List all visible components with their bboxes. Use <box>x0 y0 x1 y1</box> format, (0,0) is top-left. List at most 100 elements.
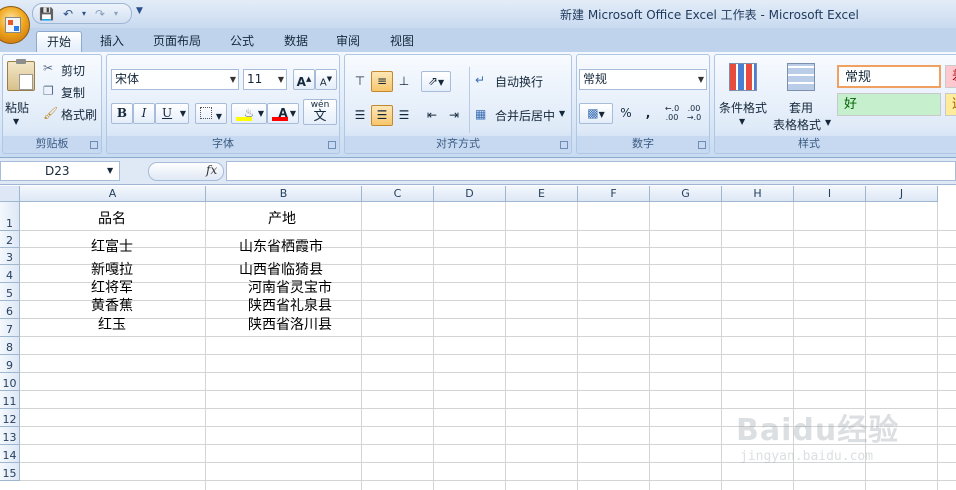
style-good[interactable]: 好 <box>837 93 941 116</box>
orientation-icon[interactable]: ⇗▼ <box>421 71 451 92</box>
paste-icon[interactable] <box>7 59 35 91</box>
row-header-1[interactable]: 1 <box>0 202 20 231</box>
increase-font-icon[interactable]: A▲ <box>293 69 315 90</box>
chevron-down-icon[interactable]: ▼ <box>825 118 831 127</box>
fill-color-button[interactable]: ♨ ▼ <box>231 103 267 124</box>
column-header-j[interactable]: J <box>866 186 938 202</box>
row-header-4[interactable]: 4 <box>0 265 20 283</box>
row-header-15[interactable]: 15 <box>0 463 20 481</box>
customize-qat-icon[interactable]: ▼ <box>136 6 143 16</box>
align-top-icon[interactable]: ⊤ <box>349 71 371 92</box>
row-header-10[interactable]: 10 <box>0 373 20 391</box>
decrease-decimal-icon[interactable]: .00 →.0 <box>683 103 705 124</box>
comma-button[interactable]: , <box>637 103 659 124</box>
cell-B6[interactable]: 陕西省洛川县 <box>248 314 332 334</box>
wrap-text-button[interactable]: 自动换行 <box>495 73 543 90</box>
currency-button[interactable]: ▩▼ <box>579 103 613 124</box>
font-size-combo[interactable]: 11 ▼ <box>243 69 287 90</box>
save-icon[interactable]: 💾 <box>39 7 54 21</box>
tab-data[interactable]: 数据 <box>276 31 316 52</box>
row-header-14[interactable]: 14 <box>0 445 20 463</box>
tab-home[interactable]: 开始 <box>36 31 82 52</box>
row-header-9[interactable]: 9 <box>0 355 20 373</box>
cell-A4[interactable]: 红将军 <box>91 277 133 297</box>
undo-icon[interactable]: ↶ <box>61 7 75 21</box>
chevron-down-icon[interactable]: ▼ <box>739 117 745 126</box>
table-format-label-1[interactable]: 套用 <box>789 99 813 116</box>
number-launcher-icon[interactable] <box>698 141 706 149</box>
fx-icon[interactable]: fx <box>206 163 217 177</box>
tab-page-layout[interactable]: 页面布局 <box>146 31 208 52</box>
column-header-d[interactable]: D <box>434 186 506 202</box>
format-painter-button[interactable]: 格式刷 <box>61 106 97 123</box>
cell-B5[interactable]: 陕西省礼泉县 <box>248 295 332 315</box>
phonetic-button[interactable]: wén 文 <box>303 99 337 125</box>
number-format-combo[interactable]: 常规 ▼ <box>579 69 707 90</box>
row-header-7[interactable]: 7 <box>0 319 20 337</box>
column-header-g[interactable]: G <box>650 186 722 202</box>
clipboard-launcher-icon[interactable] <box>90 141 98 149</box>
decrease-font-icon[interactable]: A▼ <box>315 69 337 90</box>
formula-input[interactable] <box>226 161 956 181</box>
copy-button[interactable]: 复制 <box>61 84 85 101</box>
cell-A2[interactable]: 红富士 <box>91 236 133 256</box>
row-header-5[interactable]: 5 <box>0 283 20 301</box>
row-header-11[interactable]: 11 <box>0 391 20 409</box>
cell-B2[interactable]: 山东省栖霞市 <box>239 236 323 256</box>
font-color-button[interactable]: A ▼ <box>267 103 299 124</box>
borders-button[interactable]: ▼ <box>195 103 227 124</box>
tab-review[interactable]: 审阅 <box>328 31 368 52</box>
underline-button[interactable]: U ▼ <box>155 103 189 124</box>
row-header-8[interactable]: 8 <box>0 337 20 355</box>
cell-B1[interactable]: 产地 <box>268 208 296 228</box>
tab-view[interactable]: 视图 <box>382 31 422 52</box>
column-header-e[interactable]: E <box>506 186 578 202</box>
tab-formulas[interactable]: 公式 <box>222 31 262 52</box>
conditional-format-button[interactable]: 条件格式 <box>719 99 767 116</box>
decrease-indent-icon[interactable]: ⇤ <box>421 105 443 126</box>
cell-A5[interactable]: 黄香蕉 <box>91 295 133 315</box>
name-box[interactable]: D23 <box>0 161 120 181</box>
tab-insert[interactable]: 插入 <box>90 31 134 52</box>
alignment-launcher-icon[interactable] <box>560 141 568 149</box>
row-header-13[interactable]: 13 <box>0 427 20 445</box>
increase-decimal-icon[interactable]: ←.0.00 <box>661 103 683 124</box>
column-header-a[interactable]: A <box>20 186 206 202</box>
redo-icon[interactable]: ↷ <box>93 7 107 21</box>
percent-button[interactable]: % <box>615 103 637 124</box>
column-header-f[interactable]: F <box>578 186 650 202</box>
style-neutral[interactable]: 适 <box>945 93 956 116</box>
redo-dropdown-icon[interactable]: ▾ <box>109 7 123 21</box>
italic-button[interactable]: I <box>133 103 155 124</box>
cell-A1[interactable]: 品名 <box>98 208 126 228</box>
font-name-combo[interactable]: 宋体 ▼ <box>111 69 239 90</box>
style-normal[interactable]: 常规 <box>837 65 941 88</box>
row-header-12[interactable]: 12 <box>0 409 20 427</box>
align-center-icon[interactable]: ☰ <box>371 105 393 126</box>
column-header-i[interactable]: I <box>794 186 866 202</box>
select-all-corner[interactable] <box>0 186 20 202</box>
table-format-button[interactable]: 表格格式 <box>773 116 821 133</box>
cell-A6[interactable]: 红玉 <box>98 314 126 334</box>
cell-B3[interactable]: 山西省临猗县 <box>239 259 323 279</box>
style-bad[interactable]: 差 <box>945 65 956 88</box>
row-header-3[interactable]: 3 <box>0 248 20 265</box>
chevron-down-icon[interactable]: ▼ <box>107 166 113 175</box>
row-header-6[interactable]: 6 <box>0 301 20 319</box>
bold-button[interactable]: B <box>111 103 133 124</box>
align-left-icon[interactable]: ☰ <box>349 105 371 126</box>
column-header-h[interactable]: H <box>722 186 794 202</box>
merge-center-button[interactable]: 合并后居中 <box>495 107 555 124</box>
chevron-down-icon[interactable]: ▼ <box>559 109 565 118</box>
cut-button[interactable]: 剪切 <box>61 62 85 79</box>
cell-B4[interactable]: 河南省灵宝市 <box>248 277 332 297</box>
increase-indent-icon[interactable]: ⇥ <box>443 105 465 126</box>
column-header-b[interactable]: B <box>206 186 362 202</box>
cell-A3[interactable]: 新嘎拉 <box>91 259 133 279</box>
row-header-2[interactable]: 2 <box>0 231 20 248</box>
paste-dropdown-icon[interactable]: ▼ <box>13 117 19 126</box>
align-bottom-icon[interactable]: ⊥ <box>393 71 415 92</box>
paste-button[interactable]: 粘贴 <box>5 99 29 116</box>
align-right-icon[interactable]: ☰ <box>393 105 415 126</box>
font-launcher-icon[interactable] <box>328 141 336 149</box>
